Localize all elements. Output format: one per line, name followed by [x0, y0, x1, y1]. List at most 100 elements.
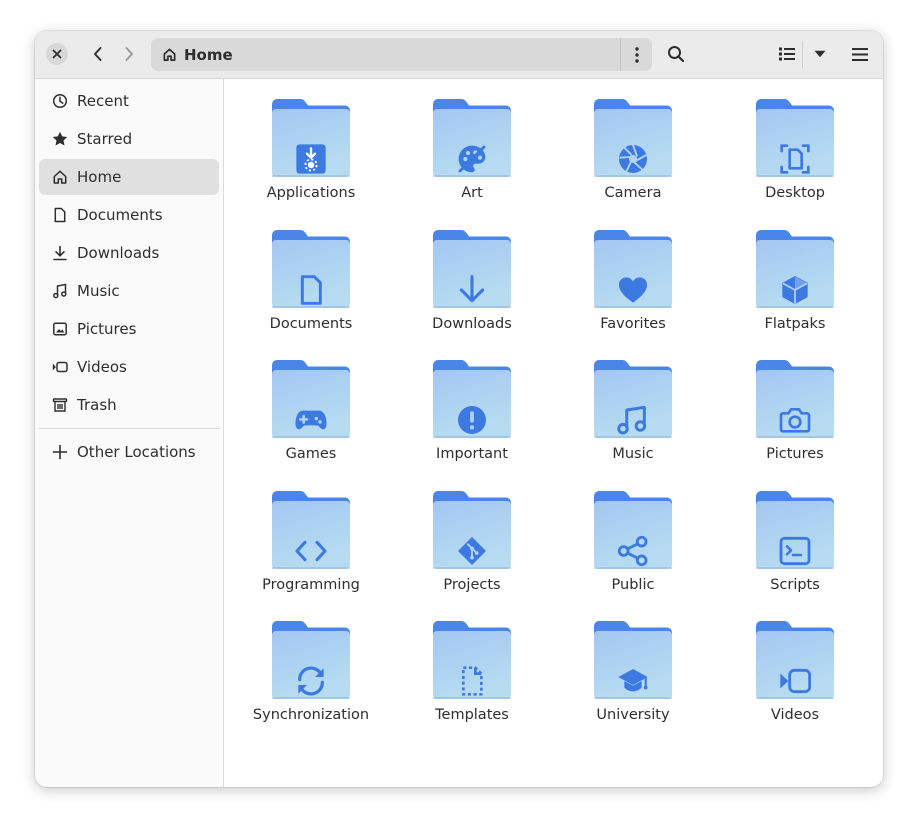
- folder-item[interactable]: Flatpaks: [725, 210, 865, 332]
- sidebar-item-label: Videos: [77, 358, 127, 376]
- document-icon: [300, 275, 322, 305]
- folder-item[interactable]: Camera: [563, 79, 703, 201]
- package-cube-icon: [782, 276, 808, 304]
- git-icon: [458, 537, 486, 565]
- sidebar-item-pictures[interactable]: Pictures: [39, 311, 219, 347]
- search-button[interactable]: [661, 39, 691, 69]
- folder-item[interactable]: Games: [241, 340, 381, 462]
- folder-label: Camera: [604, 185, 662, 201]
- sidebar-item-trash[interactable]: Trash: [39, 387, 219, 423]
- palette-icon: [458, 145, 486, 173]
- close-button[interactable]: [46, 43, 68, 65]
- folder-label: Programming: [262, 577, 360, 593]
- video-camera-icon: [52, 359, 68, 375]
- folder-item[interactable]: Templates: [402, 601, 542, 723]
- folder-label: Desktop: [765, 185, 825, 201]
- forward-button[interactable]: [117, 39, 141, 69]
- image-icon: [52, 321, 68, 337]
- plus-icon: [52, 444, 68, 460]
- folder-label: Pictures: [766, 446, 824, 462]
- location-label: Home: [184, 45, 233, 64]
- sidebar-item-label: Documents: [77, 206, 163, 224]
- folder-item[interactable]: Public: [563, 471, 703, 593]
- folder-label: Applications: [266, 185, 356, 201]
- folder-item[interactable]: Documents: [241, 210, 381, 332]
- sidebar-item-recent[interactable]: Recent: [39, 83, 219, 119]
- sidebar-item-label: Music: [77, 282, 120, 300]
- folder-item[interactable]: Synchronization: [241, 601, 381, 723]
- sidebar-item-videos[interactable]: Videos: [39, 349, 219, 385]
- download-icon: [52, 245, 68, 261]
- folder-item[interactable]: Important: [402, 340, 542, 462]
- path-segment-home[interactable]: Home: [151, 38, 620, 71]
- folder-item[interactable]: Pictures: [725, 340, 865, 462]
- back-button[interactable]: [86, 39, 110, 69]
- trash-icon: [52, 397, 68, 413]
- folder-item[interactable]: Favorites: [563, 210, 703, 332]
- sidebar-item-label: Home: [77, 168, 122, 186]
- location-bar[interactable]: Home: [151, 38, 652, 71]
- chevron-down-icon: [814, 50, 826, 58]
- sidebar-item-label: Trash: [77, 396, 117, 414]
- header-bar: Home: [35, 31, 883, 79]
- folder-item[interactable]: Applications: [241, 79, 381, 201]
- code-brackets-icon: [295, 540, 327, 562]
- folder-label: Art: [461, 185, 483, 201]
- main-menu-button[interactable]: [845, 39, 875, 69]
- folder-item[interactable]: Scripts: [725, 471, 865, 593]
- sidebar-item-label: Pictures: [77, 320, 137, 338]
- go-back-icon: [94, 47, 102, 61]
- template-document-icon: [462, 666, 483, 696]
- search-icon: [668, 46, 685, 63]
- folder-item[interactable]: Downloads: [402, 210, 542, 332]
- video-camera-icon: [780, 668, 811, 694]
- folder-item[interactable]: Music: [563, 340, 703, 462]
- go-forward-icon: [125, 47, 133, 61]
- folder-item[interactable]: Art: [402, 79, 542, 201]
- folder-label: Important: [436, 446, 508, 462]
- close-icon: [52, 49, 62, 59]
- folder-label: Templates: [435, 707, 509, 723]
- sidebar-item-label: Other Locations: [77, 443, 196, 461]
- folder-label: Scripts: [770, 577, 820, 593]
- clock-icon: [52, 93, 68, 109]
- gamepad-icon: [295, 410, 327, 430]
- sidebar-item-starred[interactable]: Starred: [39, 121, 219, 157]
- folder-item[interactable]: Videos: [725, 601, 865, 723]
- folder-label: Documents: [269, 316, 353, 332]
- sidebar-item-home[interactable]: Home: [39, 159, 219, 195]
- sidebar-item-documents[interactable]: Documents: [39, 197, 219, 233]
- folder-item[interactable]: University: [563, 601, 703, 723]
- folder-grid: Applications Art Camera Desktop Documents Dow…: [224, 79, 883, 787]
- star-icon: [52, 131, 68, 147]
- music-note-icon: [617, 405, 647, 435]
- folder-item[interactable]: Programming: [241, 471, 381, 593]
- exclamation-icon: [458, 406, 486, 434]
- location-menu-button[interactable]: [620, 38, 652, 71]
- view-options-dropdown[interactable]: [805, 39, 835, 69]
- folder-label: Projects: [443, 577, 501, 593]
- folder-label: Synchronization: [252, 707, 370, 723]
- folder-item[interactable]: Desktop: [725, 79, 865, 201]
- sidebar-item-downloads[interactable]: Downloads: [39, 235, 219, 271]
- view-mode-button[interactable]: [772, 39, 802, 69]
- sidebar-item-label: Downloads: [77, 244, 160, 262]
- folder-label: Games: [285, 446, 337, 462]
- home-icon: [52, 169, 68, 185]
- folder-item[interactable]: Projects: [402, 471, 542, 593]
- folder-label: Music: [612, 446, 654, 462]
- list-view-icon: [779, 47, 795, 61]
- vertical-ellipsis-icon: [635, 46, 639, 63]
- sidebar-item-other-locations[interactable]: Other Locations: [39, 434, 219, 470]
- terminal-icon: [779, 536, 811, 566]
- app-install-icon: [296, 144, 326, 174]
- desktop-frame-icon: [780, 144, 810, 174]
- document-icon: [52, 207, 68, 223]
- music-note-icon: [52, 283, 68, 299]
- sidebar-item-music[interactable]: Music: [39, 273, 219, 309]
- sidebar: Recent Starred Home Documents Downloads: [35, 79, 224, 787]
- download-arrow-icon: [459, 275, 485, 303]
- sidebar-separator: [39, 428, 219, 429]
- hamburger-menu-icon: [852, 47, 868, 61]
- toolbar-separator: [802, 41, 803, 68]
